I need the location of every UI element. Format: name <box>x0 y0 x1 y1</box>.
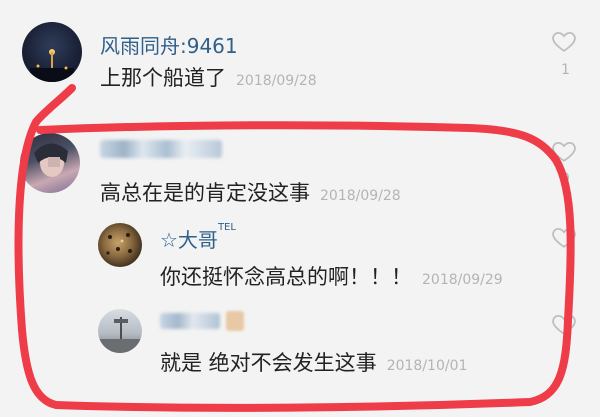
avatar[interactable] <box>20 133 80 193</box>
heart-outline-icon[interactable] <box>551 224 577 250</box>
portrait-image <box>34 143 68 177</box>
blurred-username <box>100 140 222 158</box>
avatar[interactable] <box>98 223 142 267</box>
reply-username-text: ☆大哥 <box>160 228 218 252</box>
comment-item: 高总在是的肯定没这事 2018/09/28 9 <box>0 118 600 218</box>
landscape-image <box>98 317 142 353</box>
avatar[interactable] <box>22 22 82 82</box>
like-count: 9 <box>561 171 570 187</box>
comment-body: 高总在是的肯定没这事 2018/09/28 <box>100 177 401 207</box>
reply-timestamp: 2018/10/01 <box>386 358 468 374</box>
reply-username[interactable]: ☆大哥TEL <box>160 222 236 253</box>
user-badge: TEL <box>217 222 236 233</box>
heart-outline-icon[interactable] <box>551 311 577 337</box>
comment-timestamp: 2018/09/28 <box>320 188 401 204</box>
comment-text: 上那个船道了 <box>100 66 226 90</box>
comment-body: 上那个船道了 2018/09/28 <box>100 62 317 92</box>
reply-item: 就是 绝对不会发生这事 2018/10/01 <box>0 303 600 393</box>
reply-body: 你还挺怀念高总的啊！！！ 2018/09/29 <box>160 261 503 291</box>
comment-username[interactable]: 风雨同舟:9461 <box>100 30 238 59</box>
reply-item: ☆大哥TEL 你还挺怀念高总的啊！！！ 2018/09/29 <box>0 215 600 303</box>
reply-text: 就是 绝对不会发生这事 <box>160 351 377 375</box>
night-tower-image <box>30 49 74 82</box>
reply-timestamp: 2018/09/29 <box>422 272 503 288</box>
comment-text: 高总在是的肯定没这事 <box>100 181 310 205</box>
like-count: 1 <box>561 62 570 78</box>
leopard-image <box>106 233 132 255</box>
avatar[interactable] <box>98 309 142 353</box>
comment-item: 风雨同舟:9461 上那个船道了 2018/09/28 1 <box>0 0 600 115</box>
blurred-username <box>160 313 220 329</box>
reply-text: 你还挺怀念高总的啊！！！ <box>160 265 412 289</box>
heart-outline-icon[interactable] <box>551 28 577 54</box>
heart-outline-icon[interactable] <box>551 138 577 164</box>
comment-timestamp: 2018/09/28 <box>236 73 317 89</box>
reply-body: 就是 绝对不会发生这事 2018/10/01 <box>160 347 467 377</box>
blurred-badge <box>226 311 244 331</box>
